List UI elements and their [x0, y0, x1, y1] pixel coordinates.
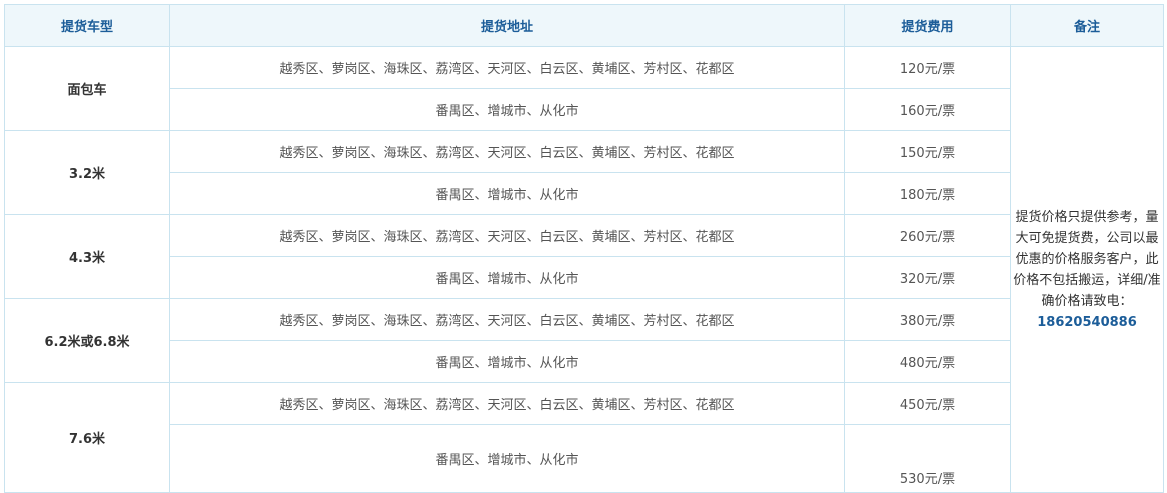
table-row: 番禺区、增城市、从化市 180元/票	[5, 172, 1164, 215]
address-cell: 越秀区、萝岗区、海珠区、荔湾区、天河区、白云区、黄埔区、芳村区、花都区	[169, 46, 845, 89]
fee-cell: 180元/票	[844, 172, 1011, 215]
address-cell: 番禺区、增城市、从化市	[169, 340, 845, 383]
address-cell: 番禺区、增城市、从化市	[169, 172, 845, 215]
vehicle-type-cell: 面包车	[4, 46, 170, 131]
header-row: 提货车型 提货地址 提货费用 备注	[4, 4, 1164, 47]
vehicle-type-cell: 7.6米	[4, 382, 170, 493]
header-vehicle-type: 提货车型	[4, 4, 170, 47]
header-pickup-address: 提货地址	[169, 4, 845, 47]
table-row: 3.2米 越秀区、萝岗区、海珠区、荔湾区、天河区、白云区、黄埔区、芳村区、花都区…	[4, 130, 1164, 215]
vehicle-type-cell: 3.2米	[4, 130, 170, 215]
vehicle-type-cell: 4.3米	[4, 214, 170, 299]
table-row: 面包车 越秀区、萝岗区、海珠区、荔湾区、天河区、白云区、黄埔区、芳村区、花都区 …	[4, 46, 1164, 493]
header-pickup-fee: 提货费用	[844, 4, 1011, 47]
address-cell: 番禺区、增城市、从化市	[169, 88, 845, 131]
fee-cell: 380元/票	[844, 298, 1011, 341]
notes-cell: 提货价格只提供参考，量大可免提货费，公司以最优惠的价格服务客户，此价格不包括搬运…	[1010, 46, 1164, 493]
address-cell: 番禺区、增城市、从化市	[169, 256, 845, 299]
address-cell: 越秀区、萝岗区、海珠区、荔湾区、天河区、白云区、黄埔区、芳村区、花都区	[169, 130, 845, 173]
fee-cell: 160元/票	[844, 88, 1011, 131]
address-cell: 番禺区、增城市、从化市	[169, 424, 845, 493]
vehicle-type-cell: 6.2米或6.8米	[4, 298, 170, 383]
address-cell: 越秀区、萝岗区、海珠区、荔湾区、天河区、白云区、黄埔区、芳村区、花都区	[169, 214, 845, 257]
notes-text: 提货价格只提供参考，量大可免提货费，公司以最优惠的价格服务客户，此价格不包括搬运…	[1013, 209, 1161, 309]
address-cell: 越秀区、萝岗区、海珠区、荔湾区、天河区、白云区、黄埔区、芳村区、花都区	[169, 298, 845, 341]
header-notes: 备注	[1010, 4, 1164, 47]
pickup-pricing-table: 提货车型 提货地址 提货费用 备注 面包车 越秀区、萝岗区、海珠区、荔湾区、天河…	[4, 4, 1164, 493]
table-row: 4.3米 越秀区、萝岗区、海珠区、荔湾区、天河区、白云区、黄埔区、芳村区、花都区…	[4, 214, 1164, 299]
fee-cell: 260元/票	[844, 214, 1011, 257]
table-row: 番禺区、增城市、从化市 530元/票	[5, 424, 1164, 493]
table-row: 7.6米 越秀区、萝岗区、海珠区、荔湾区、天河区、白云区、黄埔区、芳村区、花都区…	[4, 382, 1164, 493]
table-row: 番禺区、增城市、从化市 320元/票	[5, 256, 1164, 299]
fee-cell: 120元/票	[844, 46, 1011, 89]
fee-cell: 450元/票	[844, 382, 1011, 425]
phone-number: 18620540886	[1037, 314, 1137, 330]
address-cell: 越秀区、萝岗区、海珠区、荔湾区、天河区、白云区、黄埔区、芳村区、花都区	[169, 382, 845, 425]
fee-cell: 150元/票	[844, 130, 1011, 173]
table-row: 6.2米或6.8米 越秀区、萝岗区、海珠区、荔湾区、天河区、白云区、黄埔区、芳村…	[4, 298, 1164, 383]
fee-cell: 320元/票	[844, 256, 1011, 299]
fee-cell: 530元/票	[844, 424, 1011, 493]
fee-cell: 480元/票	[844, 340, 1011, 383]
table-row: 番禺区、增城市、从化市 480元/票	[5, 340, 1164, 383]
table-row: 番禺区、增城市、从化市 160元/票	[5, 88, 1164, 131]
